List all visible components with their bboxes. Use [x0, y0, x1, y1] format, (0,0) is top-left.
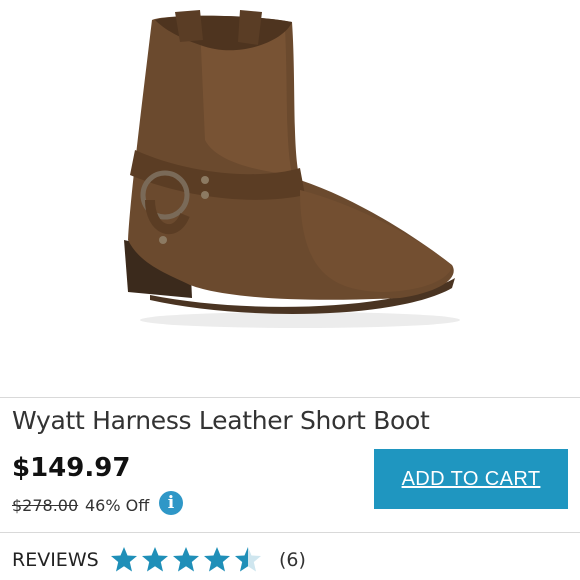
star-rating[interactable]: [110, 545, 270, 575]
star-icon: [204, 547, 230, 572]
star-icon: [111, 547, 137, 572]
reviews-label[interactable]: REVIEWS: [12, 549, 99, 571]
star-icon: [142, 547, 168, 572]
product-title: Wyatt Harness Leather Short Boot: [12, 406, 430, 435]
add-to-cart-button[interactable]: ADD TO CART: [374, 449, 568, 509]
info-icon[interactable]: i: [159, 491, 183, 515]
review-count[interactable]: (6): [279, 549, 306, 571]
original-price: $278.00: [12, 496, 79, 515]
discount-label: 46% Off: [85, 496, 150, 515]
star-icon: [173, 547, 199, 572]
boot-illustration: [124, 10, 460, 328]
top-divider: [0, 397, 580, 398]
sale-price: $149.97: [12, 453, 131, 483]
product-image[interactable]: [0, 0, 580, 395]
bottom-divider: [0, 532, 580, 533]
half-star-icon: [235, 547, 261, 572]
